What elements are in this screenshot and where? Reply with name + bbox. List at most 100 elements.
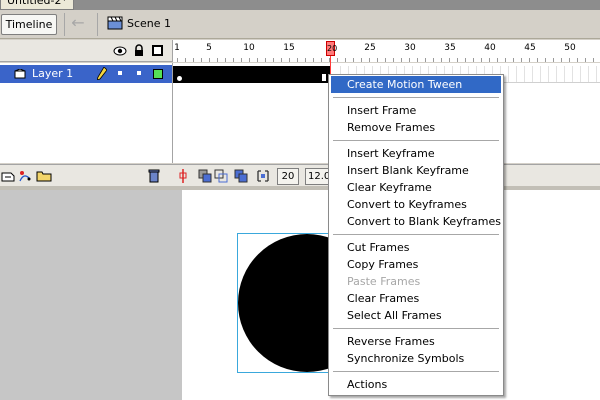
back-arrow-icon[interactable]: ← <box>68 15 88 33</box>
ruler-tick <box>409 58 410 62</box>
ruler-tick <box>489 58 490 62</box>
ruler-tick <box>569 58 570 62</box>
ruler-label: 35 <box>444 43 456 53</box>
ruler-tick <box>457 58 458 62</box>
menu-item-synchronize-symbols[interactable]: Synchronize Symbols <box>331 350 501 367</box>
edit-bar: Timeline ← Scene 1 <box>0 10 600 39</box>
layer-list: Layer 1 <box>0 63 172 163</box>
ruler-tick <box>417 58 418 62</box>
menu-item-reverse-frames[interactable]: Reverse Frames <box>331 333 501 350</box>
ruler-tick <box>321 58 322 62</box>
ruler-tick <box>593 58 594 62</box>
frame-ruler[interactable]: 1 5 10 15 25 30 35 40 45 50 20 <box>172 40 600 186</box>
outline-toggle-icon[interactable] <box>152 45 163 56</box>
add-motion-guide-icon[interactable] <box>18 170 32 182</box>
insert-layer-icon[interactable] <box>1 170 15 182</box>
ruler-tick <box>209 58 210 62</box>
ruler-tick <box>449 58 450 62</box>
ruler-tick <box>561 58 562 62</box>
lock-dot[interactable] <box>137 71 141 75</box>
menu-item-insert-blank-keyframe[interactable]: Insert Blank Keyframe <box>331 162 501 179</box>
menu-item-convert-to-keyframes[interactable]: Convert to Keyframes <box>331 196 501 213</box>
ruler-tick <box>577 58 578 62</box>
center-frame-icon[interactable] <box>178 169 188 183</box>
menu-item-insert-keyframe[interactable]: Insert Keyframe <box>331 145 501 162</box>
menu-separator <box>333 97 499 98</box>
menu-separator <box>333 140 499 141</box>
menu-item-cut-frames[interactable]: Cut Frames <box>331 239 501 256</box>
ruler-tick <box>441 58 442 62</box>
menu-item-remove-frames[interactable]: Remove Frames <box>331 119 501 136</box>
keyframe-dot <box>177 76 182 81</box>
menu-item-insert-frame[interactable]: Insert Frame <box>331 102 501 119</box>
ruler-tick <box>257 58 258 62</box>
onion-skin-outlines-icon[interactable] <box>214 169 228 183</box>
playhead[interactable]: 20 <box>326 41 337 56</box>
ruler-tick <box>297 58 298 62</box>
ruler-tick <box>305 58 306 62</box>
layer-outline-color[interactable] <box>153 69 163 79</box>
current-frame-field: 20 <box>277 168 299 185</box>
ruler-tick <box>497 58 498 62</box>
ruler-tick <box>273 58 274 62</box>
toolbar-separator <box>97 13 98 36</box>
delete-layer-icon[interactable] <box>148 169 160 183</box>
scene-clapper-icon <box>107 16 123 30</box>
ruler-tick <box>241 58 242 62</box>
lock-icon[interactable] <box>134 44 144 57</box>
ruler-label: 50 <box>564 43 576 53</box>
ruler-label: 40 <box>484 43 496 53</box>
menu-separator <box>333 234 499 235</box>
ruler-tick <box>177 58 178 62</box>
ruler-label: 25 <box>364 43 376 53</box>
menu-item-paste-frames: Paste Frames <box>347 275 421 288</box>
ruler-tick <box>185 58 186 62</box>
ruler-tick <box>233 58 234 62</box>
ruler-tick <box>289 58 290 62</box>
ruler-label: 30 <box>404 43 416 53</box>
menu-item-clear-keyframe[interactable]: Clear Keyframe <box>331 179 501 196</box>
ruler-tick <box>385 58 386 62</box>
layer-row[interactable]: Layer 1 <box>0 65 172 83</box>
ruler-tick <box>361 58 362 62</box>
onion-skin-icon[interactable] <box>198 169 212 183</box>
ruler-tick <box>465 58 466 62</box>
ruler-label: 1 <box>174 43 180 53</box>
ruler-tick <box>265 58 266 62</box>
menu-item-clear-frames[interactable]: Clear Frames <box>331 290 501 307</box>
ruler-tick <box>217 58 218 62</box>
ruler-tick <box>201 58 202 62</box>
layer-icon <box>14 69 26 79</box>
ruler-label: 45 <box>524 43 536 53</box>
ruler-tick <box>513 58 514 62</box>
insert-folder-icon[interactable] <box>36 170 52 182</box>
timeline-button[interactable]: Timeline <box>1 14 57 35</box>
modify-onion-markers-icon[interactable] <box>256 169 270 183</box>
ruler-tick <box>521 58 522 62</box>
ruler-tick <box>345 58 346 62</box>
visibility-dot[interactable] <box>118 71 122 75</box>
edit-multiple-frames-icon[interactable] <box>234 169 248 183</box>
ruler-label: 5 <box>206 43 212 53</box>
menu-item-select-all-frames[interactable]: Select All Frames <box>331 307 501 324</box>
ruler-label: 10 <box>243 43 255 53</box>
timeline-status-bar: 20 12.0 <box>0 164 600 186</box>
menu-item-copy-frames[interactable]: Copy Frames <box>331 256 501 273</box>
menu-item-convert-to-blank-keyframes[interactable]: Convert to Blank Keyframes <box>331 213 501 230</box>
menu-item-create-motion-tween[interactable]: Create Motion Tween <box>331 76 501 93</box>
layer-name[interactable]: Layer 1 <box>32 67 73 80</box>
menu-item-actions[interactable]: Actions <box>331 376 501 393</box>
frame-context-menu: Create Motion Tween Insert Frame Remove … <box>328 74 504 396</box>
show-hide-eye-icon[interactable] <box>113 45 127 57</box>
selected-frame-span[interactable] <box>173 66 330 83</box>
ruler-tick <box>481 58 482 62</box>
ruler-tick <box>393 58 394 62</box>
document-tab[interactable]: Untitled-2* <box>0 0 74 10</box>
pasteboard <box>0 190 182 400</box>
ruler-label: 15 <box>283 43 295 53</box>
ruler-tick <box>473 58 474 62</box>
ruler-tick <box>225 58 226 62</box>
scene-label[interactable]: Scene 1 <box>127 17 171 30</box>
ruler-tick <box>281 58 282 62</box>
ruler-tick <box>505 58 506 62</box>
